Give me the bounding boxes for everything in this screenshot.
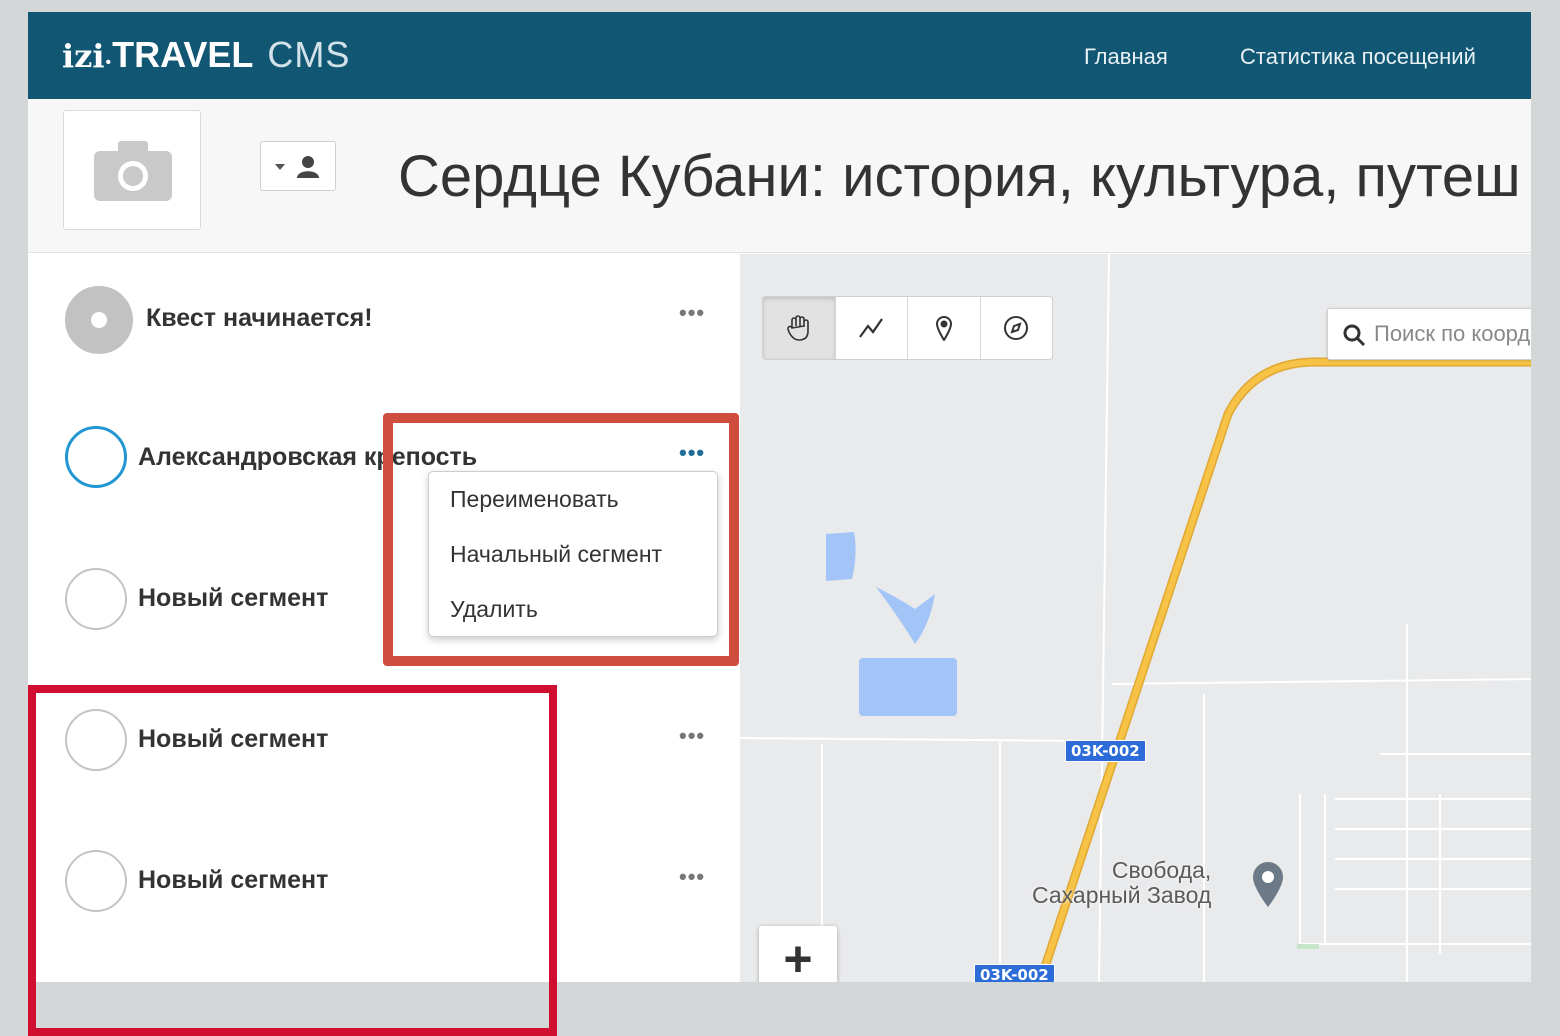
logo-cms: CMS — [267, 34, 351, 75]
segment-label: Квест начинается! — [146, 304, 373, 332]
active-segment-icon — [65, 426, 127, 488]
camera-icon — [94, 141, 172, 201]
segment-label: Новый сегмент — [138, 584, 329, 612]
route-icon[interactable] — [836, 297, 908, 359]
compass-icon[interactable] — [981, 297, 1053, 359]
nav-stats-link[interactable]: Статистика посещений — [1240, 44, 1476, 70]
road-shield: 03K-002 — [974, 964, 1055, 982]
place-name-line1: Свобода, — [1111, 857, 1212, 883]
more-options-icon[interactable]: ••• — [679, 725, 705, 747]
logo-izi: izi — [62, 37, 105, 75]
chevron-down-icon — [275, 164, 285, 170]
cover-image-upload[interactable] — [63, 110, 201, 230]
search-input[interactable] — [1374, 319, 1531, 349]
start-segment-icon — [65, 286, 133, 354]
izi-travel-logo[interactable]: izi•TRAVEL CMS — [62, 34, 350, 76]
map-pin-icon[interactable] — [1251, 860, 1285, 908]
more-options-icon[interactable]: ••• — [679, 866, 705, 888]
map-tools — [762, 296, 1053, 360]
segment-circle-icon — [65, 568, 127, 630]
map-view[interactable]: 03K-002 03K-002 Свобода, Сахарный Завод … — [740, 254, 1531, 982]
place-label[interactable]: Свобода, Сахарный Завод — [1032, 858, 1211, 908]
tour-header: Сердце Кубани: история, культура, путеш — [28, 99, 1531, 253]
user-icon — [297, 156, 319, 178]
search-icon — [1343, 324, 1366, 347]
context-menu-highlight — [383, 413, 739, 666]
nav-home-link[interactable]: Главная — [1084, 44, 1168, 70]
more-options-icon[interactable]: ••• — [679, 302, 705, 324]
top-navbar: izi•TRAVEL CMS Главная Статистика посещен… — [28, 12, 1531, 99]
new-segments-highlight — [28, 685, 557, 1036]
owner-selector-button[interactable] — [260, 141, 336, 191]
road-shield: 03K-002 — [1065, 740, 1146, 762]
hand-icon[interactable] — [763, 297, 836, 359]
logo-dot: • — [105, 54, 112, 71]
page-title: Сердце Кубани: история, культура, путеш — [398, 144, 1521, 209]
logo-travel: TRAVEL — [112, 34, 254, 75]
coordinate-search — [1327, 308, 1531, 360]
marker-icon[interactable] — [908, 297, 981, 359]
place-name-line2: Сахарный Завод — [1032, 882, 1212, 908]
zoom-in-button[interactable]: + — [759, 926, 837, 982]
